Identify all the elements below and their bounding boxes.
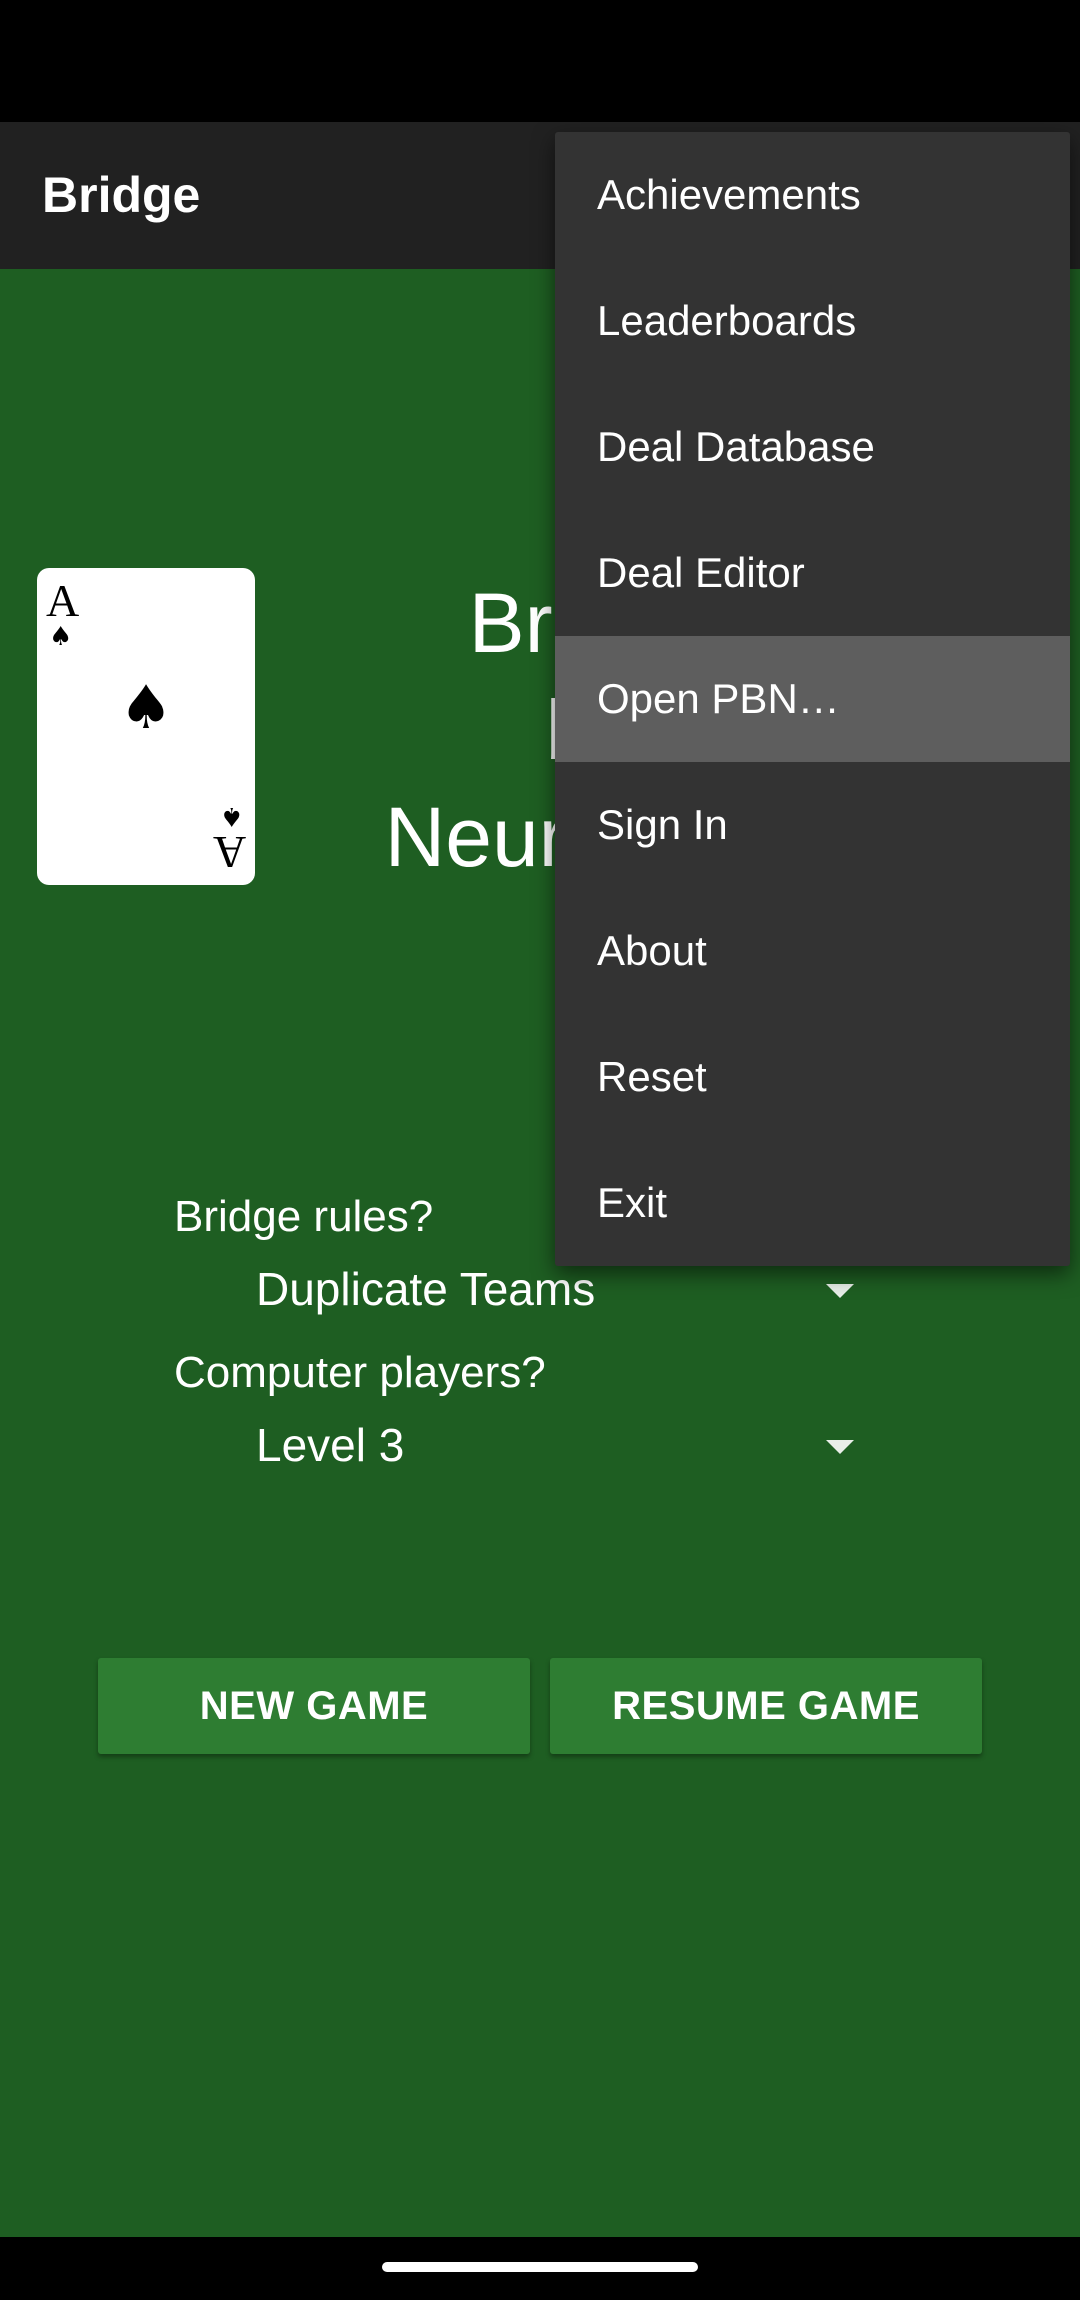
players-value: Level 3 [256,1419,405,1471]
menu-item-sign-in[interactable]: Sign In [555,762,1070,888]
menu-item-leaderboards[interactable]: Leaderboards [555,258,1070,384]
spade-icon: ♠ [49,622,73,652]
ace-of-spades-card: A ♠ ♠ ♠ A [37,568,255,885]
menu-item-deal-database[interactable]: Deal Database [555,384,1070,510]
players-spinner[interactable]: Level 3 [232,1406,872,1486]
menu-item-open-pbn[interactable]: Open PBN… [555,636,1070,762]
menu-item-achievements[interactable]: Achievements [555,132,1070,258]
resume-game-button[interactable]: RESUME GAME [550,1658,982,1754]
overflow-menu: Achievements Leaderboards Deal Database … [555,132,1070,1266]
dropdown-arrow-icon [826,1284,854,1298]
card-rank-top: A [46,575,80,626]
menu-item-deal-editor[interactable]: Deal Editor [555,510,1070,636]
menu-item-exit[interactable]: Exit [555,1140,1070,1266]
new-game-button[interactable]: NEW GAME [98,1658,530,1754]
home-gesture-handle[interactable] [382,2262,698,2272]
spade-icon: ♠ [119,673,173,743]
rules-value: Duplicate Teams [256,1263,596,1315]
card-rank-bottom: A [212,827,246,878]
status-bar [0,0,1080,122]
menu-item-about[interactable]: About [555,888,1070,1014]
app-title: Bridge [42,167,201,223]
players-label: Computer players? [174,1348,546,1397]
dropdown-arrow-icon [826,1440,854,1454]
menu-item-reset[interactable]: Reset [555,1014,1070,1140]
spade-icon: ♠ [219,801,243,831]
rules-label: Bridge rules? [174,1192,434,1241]
